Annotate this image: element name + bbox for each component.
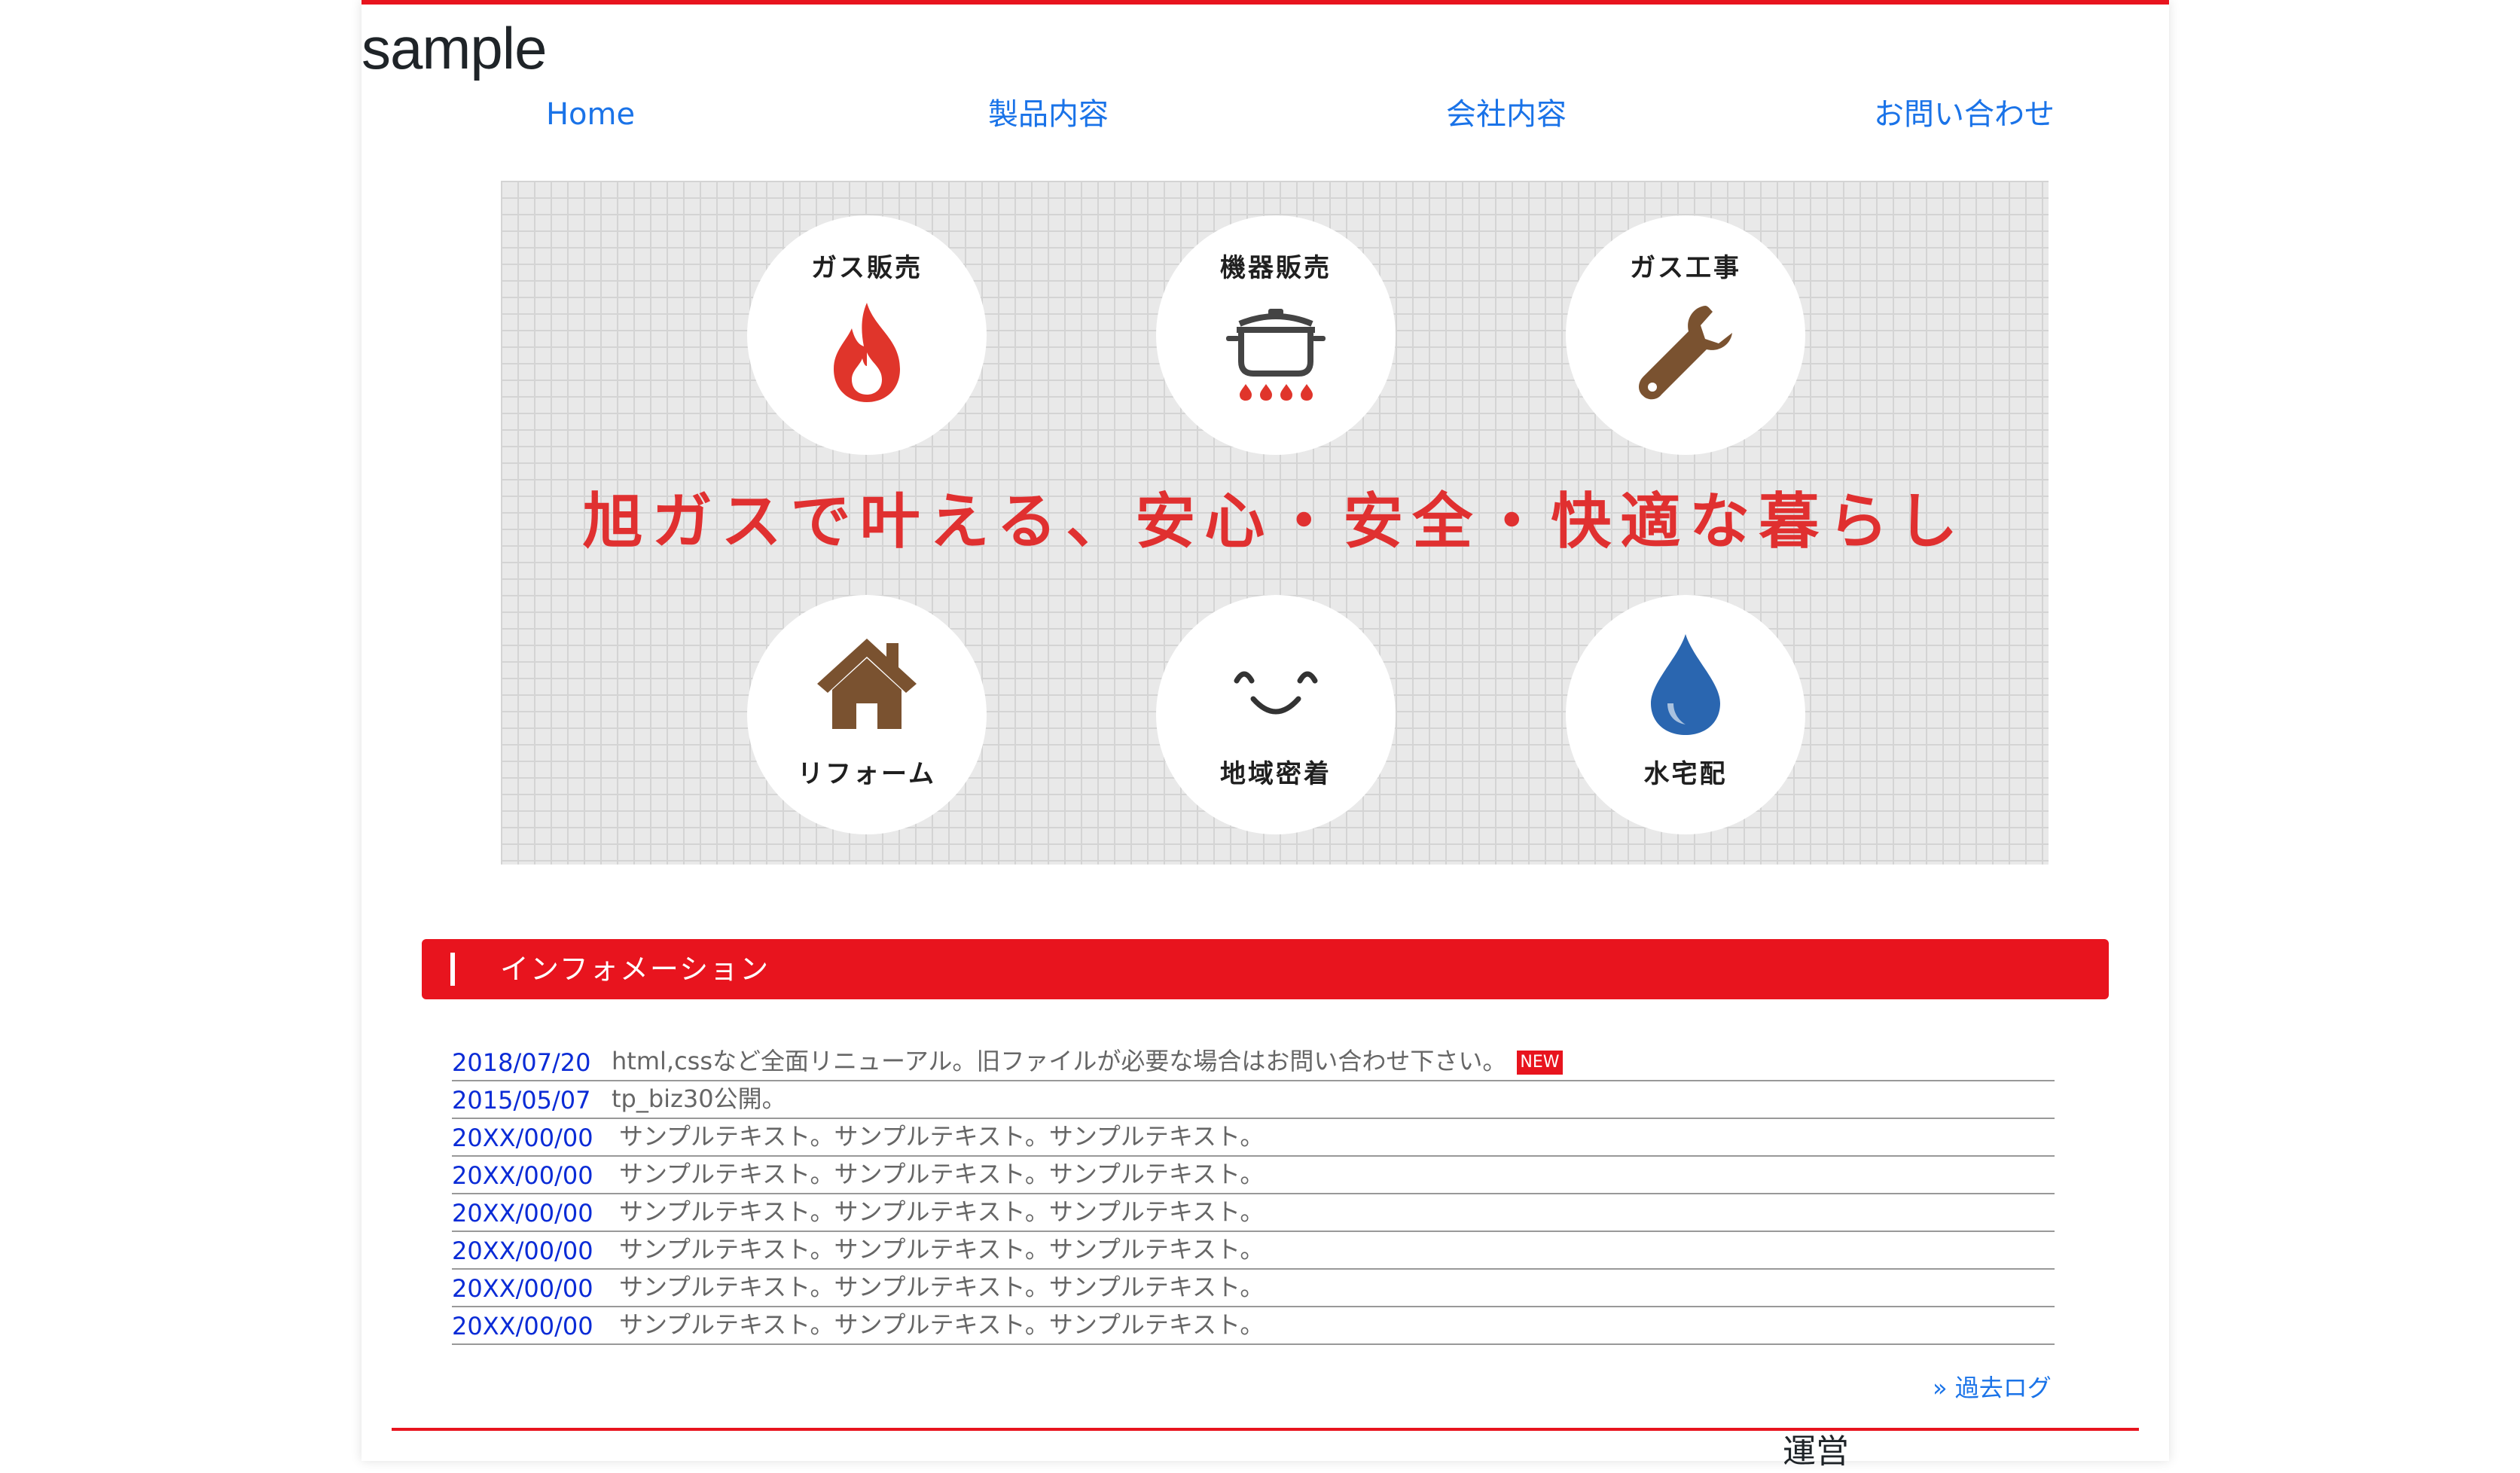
- service-label: リフォーム: [798, 759, 936, 789]
- news-text: サンプルテキスト。サンプルテキスト。サンプルテキスト。: [619, 1310, 1265, 1339]
- service-label: 地域密着: [1220, 759, 1332, 789]
- news-item: 20XX/00/00 サンプルテキスト。サンプルテキスト。サンプルテキスト。: [452, 1307, 2055, 1345]
- news-item: 2015/05/07 tp_biz30公開。: [452, 1081, 2055, 1119]
- news-text: tp_biz30公開。: [612, 1084, 786, 1113]
- nav-home[interactable]: Home: [362, 92, 819, 137]
- news-text: サンプルテキスト。サンプルテキスト。サンプルテキスト。: [619, 1273, 1265, 1301]
- nav-company[interactable]: 会社内容: [1277, 92, 1735, 137]
- hero-tagline: 旭ガスで叶える、安心・安全・快適な暮らし: [582, 486, 1967, 557]
- page-container: sample Home 製品内容 会社内容 お問い合わせ ガス販売 機器販売 ガ…: [362, 0, 2169, 1471]
- news-date[interactable]: 2018/07/20: [452, 1048, 590, 1077]
- new-badge: NEW: [1517, 1051, 1563, 1075]
- news-list: 2018/07/20 html,cssなど全面リニューアル。旧ファイルが必要な場…: [452, 1044, 2055, 1345]
- news-date[interactable]: 20XX/00/00: [452, 1274, 593, 1303]
- smile-icon: [1234, 671, 1318, 715]
- news-text: サンプルテキスト。サンプルテキスト。サンプルテキスト。: [619, 1160, 1265, 1188]
- information-header: インフォメーション: [422, 939, 2109, 999]
- past-log-link[interactable]: » 過去ログ: [1933, 1369, 2052, 1404]
- service-renovation[interactable]: リフォーム: [747, 595, 987, 834]
- information-title: インフォメーション: [500, 953, 770, 986]
- news-date[interactable]: 20XX/00/00: [452, 1124, 593, 1152]
- water-drop-icon: [1651, 634, 1720, 735]
- news-item: 20XX/00/00 サンプルテキスト。サンプルテキスト。サンプルテキスト。: [452, 1232, 2055, 1270]
- site-title[interactable]: sample: [362, 12, 547, 84]
- nav-products[interactable]: 製品内容: [819, 92, 1277, 137]
- service-label: 水宅配: [1643, 759, 1728, 789]
- news-date[interactable]: 20XX/00/00: [452, 1199, 593, 1228]
- news-date[interactable]: 20XX/00/00: [452, 1237, 593, 1265]
- service-community[interactable]: 地域密着: [1156, 595, 1396, 834]
- information-accent: [450, 953, 455, 986]
- wrench-icon: [1639, 306, 1732, 400]
- news-item: 20XX/00/00 サンプルテキスト。サンプルテキスト。サンプルテキスト。: [452, 1157, 2055, 1194]
- news-text: サンプルテキスト。サンプルテキスト。サンプルテキスト。: [619, 1122, 1265, 1151]
- news-date[interactable]: 20XX/00/00: [452, 1312, 593, 1340]
- news-item: 2018/07/20 html,cssなど全面リニューアル。旧ファイルが必要な場…: [452, 1044, 2055, 1081]
- news-item: 20XX/00/00 サンプルテキスト。サンプルテキスト。サンプルテキスト。: [452, 1119, 2055, 1157]
- news-item: 20XX/00/00 サンプルテキスト。サンプルテキスト。サンプルテキスト。: [452, 1270, 2055, 1307]
- service-gas-sales[interactable]: ガス販売: [747, 215, 987, 455]
- news-text: html,cssなど全面リニューアル。旧ファイルが必要な場合はお問い合わせ下さい…: [612, 1047, 1507, 1075]
- footer-heading: 運営: [1783, 1432, 1849, 1471]
- news-item: 20XX/00/00 サンプルテキスト。サンプルテキスト。サンプルテキスト。: [452, 1194, 2055, 1232]
- service-gas-construction[interactable]: ガス工事: [1566, 215, 1805, 455]
- pot-on-stove-icon: [1226, 309, 1326, 401]
- footer-divider: [392, 1428, 2139, 1431]
- news-text-wrap: html,cssなど全面リニューアル。旧ファイルが必要な場合はお問い合わせ下さい…: [612, 1042, 1563, 1077]
- news-text: サンプルテキスト。サンプルテキスト。サンプルテキスト。: [619, 1235, 1265, 1264]
- hero-banner: ガス販売 機器販売 ガス工事 旭ガスで叶える、安心・安全・快適な暮らし リフォー…: [501, 181, 2049, 865]
- service-label: ガス販売: [811, 253, 923, 283]
- service-label: ガス工事: [1630, 253, 1741, 283]
- service-water-delivery[interactable]: 水宅配: [1566, 595, 1805, 834]
- global-nav: Home 製品内容 会社内容 お問い合わせ: [362, 92, 2169, 145]
- flame-icon: [834, 303, 900, 402]
- news-text: サンプルテキスト。サンプルテキスト。サンプルテキスト。: [619, 1197, 1265, 1226]
- service-equipment-sales[interactable]: 機器販売: [1156, 215, 1396, 455]
- news-date[interactable]: 20XX/00/00: [452, 1161, 593, 1190]
- news-date[interactable]: 2015/05/07: [452, 1086, 590, 1115]
- house-icon: [817, 639, 917, 729]
- nav-contact[interactable]: お問い合わせ: [1735, 92, 2193, 137]
- service-label: 機器販売: [1220, 253, 1332, 283]
